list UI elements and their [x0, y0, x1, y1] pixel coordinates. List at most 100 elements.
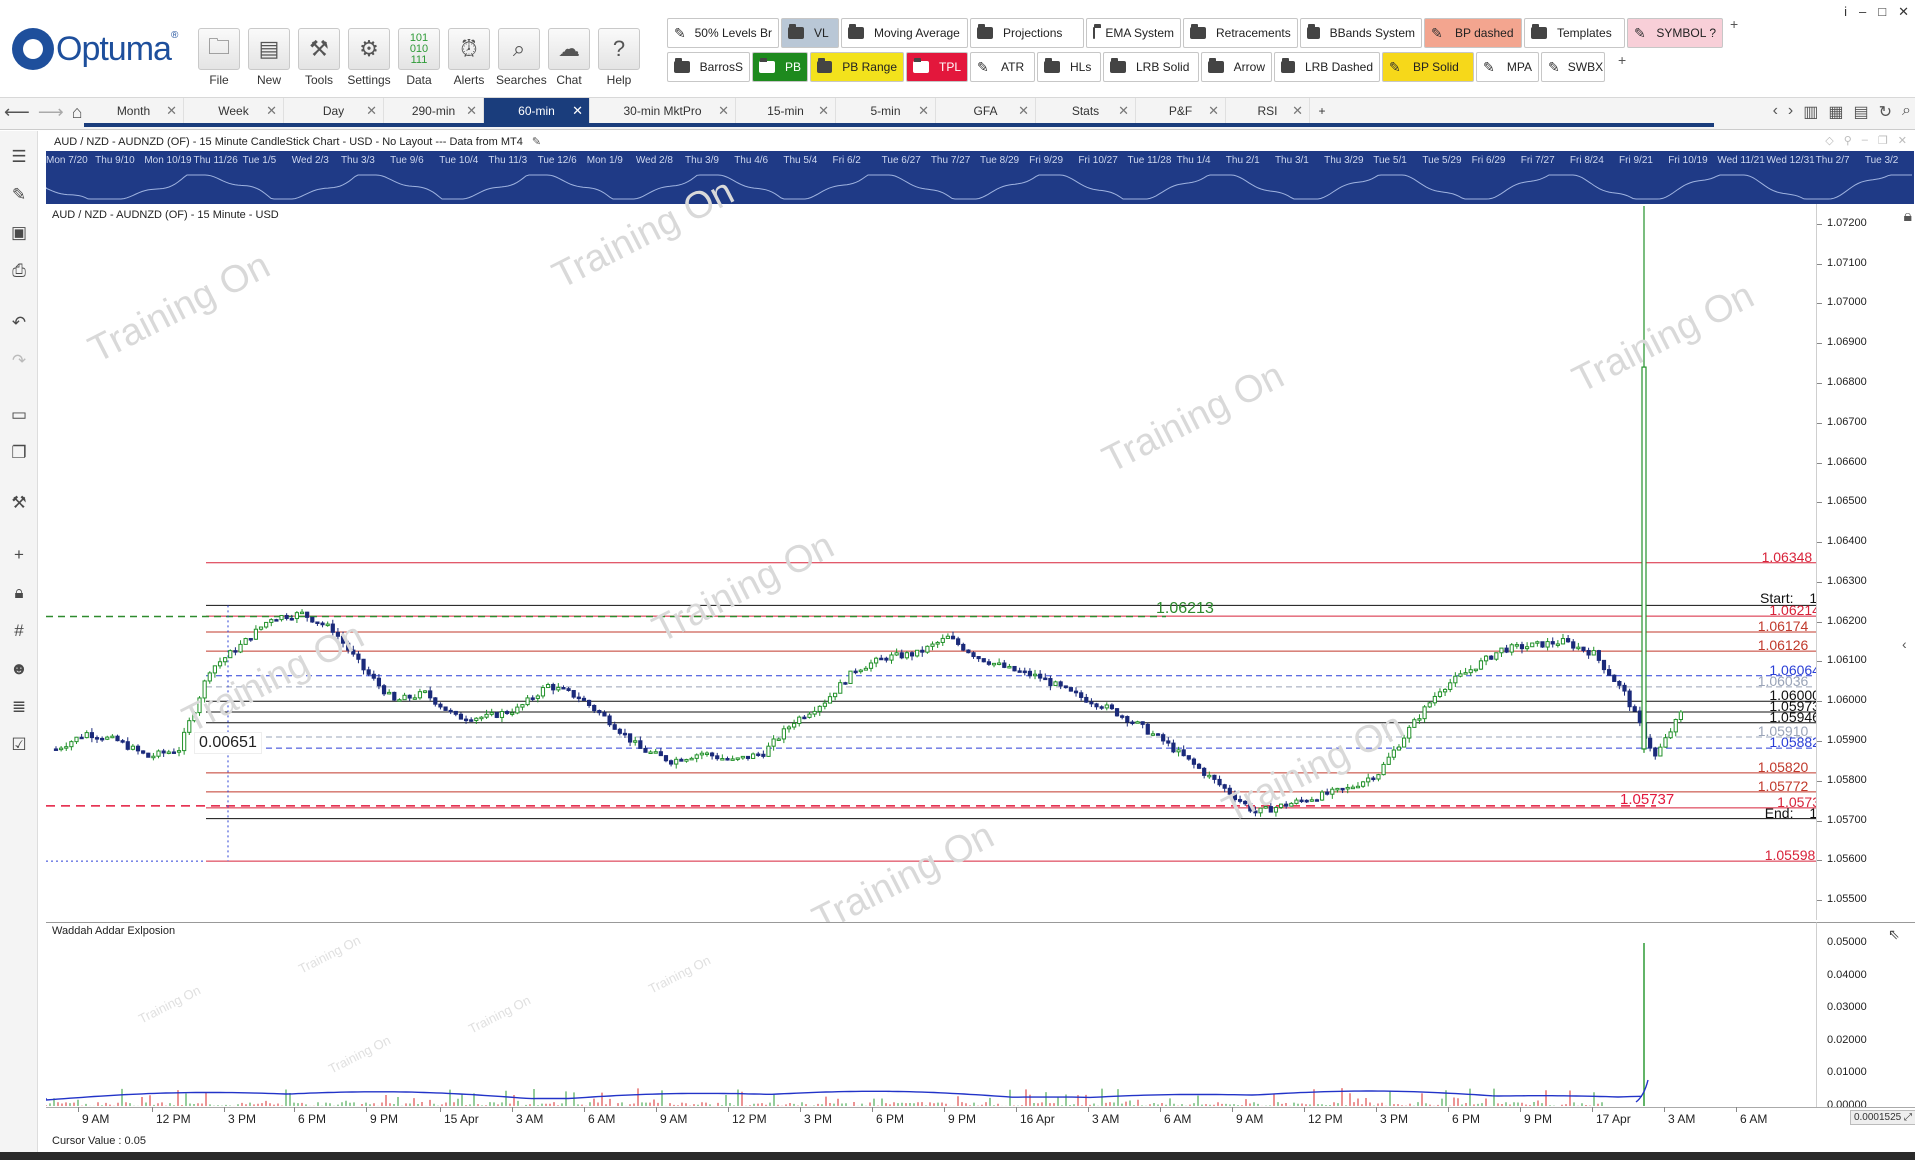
- retracements-tool-button[interactable]: Retracements: [1183, 18, 1298, 48]
- person-icon[interactable]: ☻: [7, 657, 31, 681]
- chevron-right-icon[interactable]: ›: [1788, 102, 1793, 122]
- pin-icon[interactable]: ⚲: [1844, 134, 1852, 147]
- tab-close-icon[interactable]: ✕: [166, 103, 177, 119]
- pb-range-tool-button[interactable]: PB Range: [810, 52, 904, 82]
- tab-rsi[interactable]: RSI ✕: [1226, 98, 1310, 123]
- print-icon[interactable]: ⎙: [7, 259, 31, 283]
- list-icon[interactable]: ≣: [7, 695, 31, 719]
- chart-properties-icon[interactable]: ▭: [7, 403, 31, 427]
- file-button[interactable]: 🗀︎ File: [196, 28, 242, 90]
- diamond-icon[interactable]: ◇: [1825, 134, 1833, 147]
- tab-close-icon[interactable]: ✕: [572, 103, 583, 119]
- tab-15-min[interactable]: 15-min ✕: [736, 98, 836, 123]
- overview-navigator[interactable]: Mon 7/20 Thu 9/10 Mon 10/19 Thu 11/26 Tue 1/…: [46, 151, 1914, 204]
- barross-tool-button[interactable]: BarrosS: [667, 52, 750, 82]
- restore-icon[interactable]: ❐: [1878, 134, 1888, 147]
- bp-solid-tool-button[interactable]: ✎ BP Solid: [1382, 52, 1474, 82]
- save-icon[interactable]: ▣: [7, 221, 31, 245]
- workbook-icon[interactable]: ☰: [7, 145, 31, 169]
- tab-290-min[interactable]: 290-min ✕: [384, 98, 484, 123]
- indicator-panel[interactable]: Waddah Addar Exlposion Training On Traini…: [46, 922, 1870, 1107]
- hash-grid-icon[interactable]: #: [7, 619, 31, 643]
- tab-p-f[interactable]: P&F ✕: [1136, 98, 1226, 123]
- add-tool-row2-button[interactable]: +: [1618, 52, 1626, 68]
- close-button[interactable]: ✕: [1898, 4, 1909, 20]
- wrench-icon[interactable]: ⚒: [7, 491, 31, 515]
- tools-button[interactable]: ⚒ Tools: [296, 28, 342, 90]
- lrb-solid-tool-button[interactable]: LRB Solid: [1103, 52, 1199, 82]
- new-button[interactable]: ▤ New: [246, 28, 292, 90]
- projections-tool-button[interactable]: Projections: [970, 18, 1084, 48]
- main-price-chart[interactable]: AUD / NZD - AUDNZD (OF) - 15 Minute - US…: [46, 171, 1870, 941]
- undo-icon[interactable]: ↶: [7, 311, 31, 335]
- symbol-tool-button[interactable]: ✎ SYMBOL ?: [1627, 18, 1723, 48]
- templates-tool-button[interactable]: Templates: [1524, 18, 1625, 48]
- crosshair-icon[interactable]: +: [7, 543, 31, 567]
- hls-tool-button[interactable]: HLs: [1037, 52, 1101, 82]
- tab-close-icon[interactable]: ✕: [1292, 103, 1303, 119]
- arrow-tool-button[interactable]: Arrow: [1201, 52, 1272, 82]
- tab-close-icon[interactable]: ✕: [1018, 103, 1029, 119]
- alerts-button[interactable]: ⏰︎ Alerts: [446, 28, 492, 90]
- price-y-axis[interactable]: 🔒︎ 1.07200 1.07100 1.07000 1.06900 1.06800 1.…: [1816, 204, 1915, 920]
- tab-close-icon[interactable]: ✕: [1118, 103, 1129, 119]
- layout-icon[interactable]: ▥: [1803, 102, 1818, 122]
- tab-week[interactable]: Week ✕: [184, 98, 284, 123]
- pages-icon[interactable]: ❐: [7, 441, 31, 465]
- moving-average-tool-button[interactable]: Moving Average: [841, 18, 968, 48]
- tab-close-icon[interactable]: ✕: [818, 103, 829, 119]
- add-tool-row1-button[interactable]: +: [1730, 16, 1738, 32]
- tab-30-min-mktpro[interactable]: 30-min MktPro ✕: [590, 98, 736, 123]
- tab-day[interactable]: Day ✕: [284, 98, 384, 123]
- collapse-panel-icon[interactable]: ‹: [1902, 636, 1907, 652]
- open-icon[interactable]: ✎: [7, 183, 31, 207]
- tab-close-icon[interactable]: ✕: [718, 103, 729, 119]
- minimize-button[interactable]: –: [1859, 4, 1866, 20]
- close-chart-icon[interactable]: ✕: [1898, 134, 1907, 147]
- add-tab-button[interactable]: +: [1310, 98, 1334, 123]
- checklist-icon[interactable]: ☑: [7, 733, 31, 757]
- vl-tool-button[interactable]: VL: [781, 18, 839, 48]
- tab-close-icon[interactable]: ✕: [918, 103, 929, 119]
- back-arrow-icon[interactable]: ⟵: [4, 102, 30, 123]
- settings-button[interactable]: ⚙ Settings: [346, 28, 392, 90]
- axis-lock-icon[interactable]: 🔒︎: [1903, 208, 1912, 226]
- searches-button[interactable]: ⌕ Searches: [496, 28, 547, 90]
- data-button[interactable]: 101 010 111 Data: [396, 28, 442, 90]
- min-icon[interactable]: –: [1862, 134, 1868, 147]
- chevron-left-icon[interactable]: ‹: [1773, 102, 1778, 122]
- home-icon[interactable]: ⌂: [72, 102, 83, 123]
- 50-levels-br-tool-button[interactable]: ✎ 50% Levels Br: [667, 18, 779, 48]
- tab-close-icon[interactable]: ✕: [266, 103, 277, 119]
- tab-close-icon[interactable]: ✕: [366, 103, 377, 119]
- tab-gfa[interactable]: GFA ✕: [936, 98, 1036, 123]
- atr-tool-button[interactable]: ✎ ATR: [970, 52, 1035, 82]
- maximize-button[interactable]: □: [1878, 4, 1886, 20]
- info-icon[interactable]: i: [1844, 4, 1847, 20]
- pb-tool-button[interactable]: PB: [752, 52, 808, 82]
- bbands-system-tool-button[interactable]: BBands System: [1300, 18, 1422, 48]
- tab-stats[interactable]: Stats ✕: [1036, 98, 1136, 123]
- lrb-dashed-tool-button[interactable]: LRB Dashed: [1274, 52, 1380, 82]
- window-icon[interactable]: ▤: [1854, 102, 1869, 122]
- edit-pencil-icon[interactable]: ✎: [532, 136, 541, 148]
- forward-arrow-icon[interactable]: ⟶: [38, 102, 64, 123]
- chat-button[interactable]: ☁ Chat: [546, 28, 592, 90]
- tab-month[interactable]: Month ✕: [84, 98, 184, 123]
- search-icon[interactable]: ⌕: [1902, 102, 1911, 122]
- tab-5-min[interactable]: 5-min ✕: [836, 98, 936, 123]
- help-button[interactable]: ? Help: [596, 28, 642, 90]
- grid-icon[interactable]: ▦: [1828, 102, 1843, 122]
- ema-system-tool-button[interactable]: EMA System: [1086, 18, 1181, 48]
- lock-icon[interactable]: 🔒︎: [7, 581, 31, 605]
- indicator-y-axis[interactable]: 0.05000 0.04000 0.03000 0.02000 0.01000 0.000…: [1816, 922, 1915, 1111]
- refresh-icon[interactable]: ↻: [1879, 102, 1892, 122]
- swbx-tool-button[interactable]: ✎ SWBX: [1541, 52, 1605, 82]
- redo-icon[interactable]: ↷: [7, 349, 31, 373]
- tab-close-icon[interactable]: ✕: [1208, 103, 1219, 119]
- time-x-axis[interactable]: 0.0001525 ⤢ 9 AM 12 PM 3 PM 6 PM 9 PM 15 Apr 3…: [46, 1107, 1915, 1129]
- tab-close-icon[interactable]: ✕: [466, 103, 477, 119]
- tab-60-min[interactable]: 60-min ✕: [484, 98, 590, 123]
- bp-dashed-tool-button[interactable]: ✎ BP dashed: [1424, 18, 1522, 48]
- mpa-tool-button[interactable]: ✎ MPA: [1476, 52, 1539, 82]
